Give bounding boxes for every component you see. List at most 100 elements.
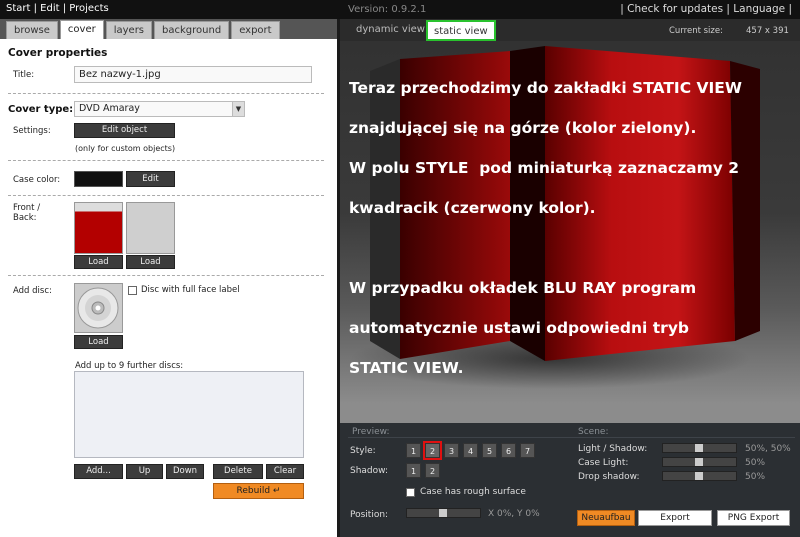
back-thumbnail[interactable] <box>126 202 175 254</box>
case-light-label: Case Light: <box>578 458 629 468</box>
style-option-5[interactable]: 5 <box>482 443 497 458</box>
slider-handle[interactable] <box>439 509 447 517</box>
preview-heading: Preview: <box>352 427 390 437</box>
cover-type-label: Cover type: <box>8 104 74 115</box>
load-back-button[interactable]: Load <box>126 255 175 269</box>
clear-button[interactable]: Clear <box>266 464 304 479</box>
drop-shadow-label: Drop shadow: <box>578 472 640 482</box>
down-button[interactable]: Down <box>166 464 204 479</box>
enter-arrow-icon: ↵ <box>272 486 281 496</box>
overlay-instructions: Teraz przechodzimy do zakładki STATIC VI… <box>349 58 791 398</box>
title-label: Title: <box>13 70 35 80</box>
rough-surface-checkbox[interactable] <box>406 488 415 497</box>
tab-cover[interactable]: cover <box>59 20 104 39</box>
case-light-value: 50% <box>745 458 766 468</box>
light-shadow-slider[interactable] <box>662 443 737 453</box>
menu-start[interactable]: Start <box>6 3 30 14</box>
style-option-2[interactable]: 2 <box>423 441 442 460</box>
png-export-button[interactable]: PNG Export <box>717 510 790 526</box>
menu-separator: | <box>30 3 41 14</box>
overlay-line: W przypadku okładek BLU RAY program <box>349 279 697 297</box>
style-option-3[interactable]: 3 <box>444 443 459 458</box>
tab-layers[interactable]: layers <box>105 21 153 39</box>
menu-projects[interactable]: Projects <box>69 3 108 14</box>
style-label: Style: <box>350 446 376 456</box>
front-thumbnail[interactable] <box>74 202 123 254</box>
cover-type-select[interactable]: DVD Amaray ▼ <box>74 101 245 117</box>
divider <box>8 93 324 94</box>
case-color-swatch[interactable] <box>74 171 123 187</box>
drop-shadow-slider[interactable] <box>662 471 737 481</box>
title-input[interactable]: Bez nazwy-1.jpg <box>74 66 312 83</box>
custom-objects-note: (only for custom objects) <box>75 144 176 153</box>
style-option-7[interactable]: 7 <box>520 443 535 458</box>
light-shadow-label: Light / Shadow: <box>578 444 648 454</box>
menu-separator: | <box>723 3 734 15</box>
overlay-line: automatycznie ustawi odpowiedni tryb <box>349 319 690 337</box>
overlay-line: W polu STYLE pod miniaturką zaznaczamy 2 <box>349 159 740 177</box>
further-discs-label: Add up to 9 further discs: <box>75 361 184 371</box>
check-updates-link[interactable]: Check for updates <box>627 3 723 15</box>
controls-panel: Preview: Scene: Style: 1 2 3 4 5 6 7 Sha… <box>340 423 800 537</box>
section-heading: Cover properties <box>8 47 108 59</box>
light-shadow-value: 50%, 50% <box>745 444 791 454</box>
shadow-option-2[interactable]: 2 <box>425 463 440 478</box>
delete-button[interactable]: Delete <box>213 464 263 479</box>
style-option-1[interactable]: 1 <box>406 443 421 458</box>
tab-background[interactable]: background <box>154 21 230 39</box>
up-button[interactable]: Up <box>126 464 163 479</box>
left-tab-bar: browse cover layers background export <box>0 19 337 39</box>
style-option-4[interactable]: 4 <box>463 443 478 458</box>
edit-color-button[interactable]: Edit <box>126 171 175 187</box>
full-face-label-checkbox[interactable] <box>128 286 137 295</box>
overlay-line: Teraz przechodzimy do zakładki STATIC VI… <box>349 79 742 97</box>
slider-handle[interactable] <box>695 472 703 480</box>
divider <box>348 437 795 438</box>
load-disc-button[interactable]: Load <box>74 335 123 349</box>
case-color-label: Case color: <box>13 175 61 185</box>
disc-list[interactable] <box>74 371 304 458</box>
export-button[interactable]: Export <box>638 510 712 526</box>
overlay-line: znajdującej się na górze (kolor zielony)… <box>349 119 697 137</box>
position-value: X 0%, Y 0% <box>488 509 540 519</box>
main-menu: Start | Edit | Projects <box>6 3 109 14</box>
rough-surface-label: Case has rough surface <box>420 487 526 497</box>
chevron-down-icon: ▼ <box>232 102 244 116</box>
front-back-label: Front / Back: <box>13 203 41 223</box>
edit-object-button[interactable]: Edit object <box>74 123 175 138</box>
preview-stage[interactable]: Teraz przechodzimy do zakładki STATIC VI… <box>340 41 800 423</box>
menu-separator: | <box>59 3 70 14</box>
rebuild-button[interactable]: Rebuild ↵ <box>213 483 304 499</box>
position-slider[interactable] <box>406 508 481 518</box>
disc-icon <box>77 287 119 329</box>
menu-separator: | <box>785 3 792 15</box>
overlay-line: STATIC VIEW. <box>349 359 464 377</box>
current-size-label: Current size: <box>669 26 723 36</box>
full-face-label-text: Disc with full face label <box>141 285 240 295</box>
case-light-slider[interactable] <box>662 457 737 467</box>
top-bar: Start | Edit | Projects Version: 0.9.2.1… <box>0 0 800 19</box>
neuaufbau-button[interactable]: Neuaufbau <box>577 510 635 526</box>
slider-handle[interactable] <box>695 458 703 466</box>
menu-edit[interactable]: Edit <box>40 3 59 14</box>
shadow-option-1[interactable]: 1 <box>406 463 421 478</box>
rebuild-label: Rebuild <box>236 486 271 496</box>
cover-type-value: DVD Amaray <box>79 103 140 114</box>
tab-static-view[interactable]: static view <box>426 20 496 41</box>
tab-browse[interactable]: browse <box>6 21 58 39</box>
language-link[interactable]: Language <box>733 3 785 15</box>
slider-handle[interactable] <box>695 444 703 452</box>
menu-separator: | <box>620 3 628 15</box>
overlay-line: kwadracik (czerwony kolor). <box>349 199 596 217</box>
top-right-links: | Check for updates | Language | <box>620 3 792 15</box>
style-option-6[interactable]: 6 <box>501 443 516 458</box>
left-panel <box>0 19 337 537</box>
drop-shadow-value: 50% <box>745 472 766 482</box>
load-front-button[interactable]: Load <box>74 255 123 269</box>
tab-dynamic-view[interactable]: dynamic view <box>350 20 431 41</box>
add-disc-button[interactable]: Add... <box>74 464 123 479</box>
add-disc-label: Add disc: <box>13 286 52 296</box>
tab-export[interactable]: export <box>231 21 280 39</box>
position-label: Position: <box>350 510 389 520</box>
disc-thumbnail[interactable] <box>74 283 123 333</box>
